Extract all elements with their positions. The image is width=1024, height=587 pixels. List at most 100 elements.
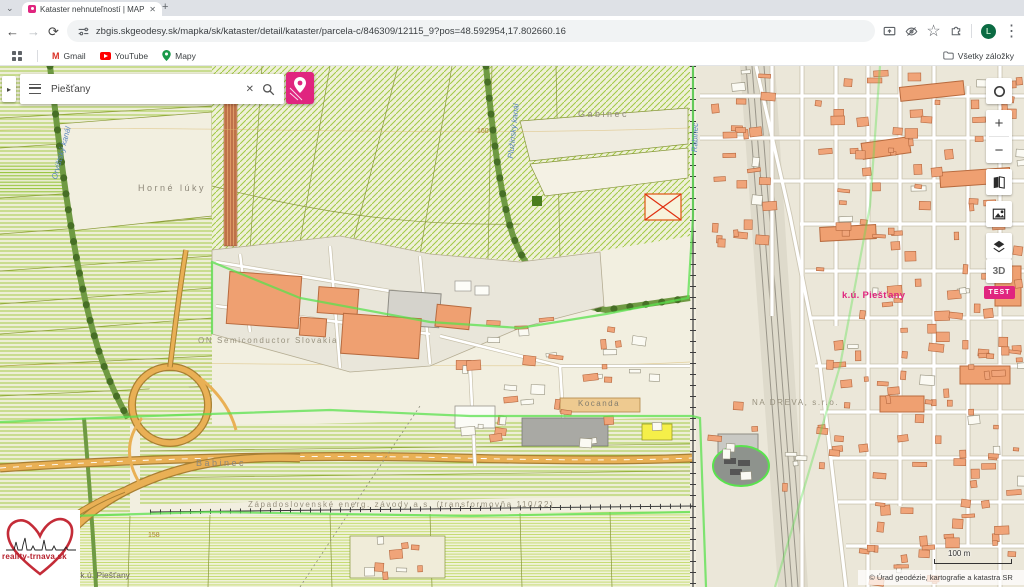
building bbox=[882, 302, 893, 307]
building bbox=[652, 422, 662, 430]
building bbox=[974, 304, 980, 313]
all-bookmarks-button[interactable]: Všetky záložky bbox=[943, 51, 1014, 61]
scale-bar: 100 m bbox=[934, 549, 1012, 564]
back-button[interactable]: ← bbox=[6, 25, 19, 38]
basemap-button[interactable] bbox=[986, 201, 1012, 227]
site-favicon bbox=[28, 5, 36, 13]
mapka-logo-button[interactable] bbox=[286, 72, 314, 104]
building bbox=[909, 139, 914, 146]
building bbox=[1017, 476, 1024, 486]
building bbox=[947, 290, 961, 300]
map-graphic bbox=[0, 66, 1024, 587]
layers-button[interactable] bbox=[986, 233, 1012, 259]
address-bar[interactable]: zbgis.skgeodesy.sk/mapka/sk/kataster/det… bbox=[67, 20, 875, 42]
extensions-icon[interactable] bbox=[949, 25, 962, 38]
building bbox=[752, 157, 760, 167]
building bbox=[963, 265, 968, 274]
building bbox=[819, 148, 833, 154]
building bbox=[962, 514, 975, 518]
building bbox=[836, 223, 851, 231]
tab-close-icon[interactable]: ✕ bbox=[149, 5, 156, 14]
building bbox=[751, 195, 762, 206]
apps-grid-icon[interactable] bbox=[10, 49, 23, 62]
building bbox=[744, 220, 752, 230]
building bbox=[632, 336, 647, 347]
zoom-out-button[interactable]: − bbox=[986, 137, 1012, 163]
building bbox=[603, 350, 616, 355]
building bbox=[531, 385, 545, 395]
building bbox=[880, 505, 890, 516]
map-canvas[interactable] bbox=[0, 66, 1024, 587]
bookmark-mapy[interactable]: Mapy bbox=[162, 50, 196, 61]
building bbox=[872, 183, 880, 191]
building bbox=[993, 540, 998, 545]
bookmark-gmail[interactable]: M Gmail bbox=[52, 51, 86, 61]
scale-label: 100 m bbox=[948, 549, 1012, 558]
building bbox=[893, 127, 903, 135]
compare-maps-button[interactable] bbox=[986, 169, 1012, 195]
reload-button[interactable]: ⟳ bbox=[48, 25, 59, 38]
building bbox=[915, 184, 922, 189]
site-info-icon[interactable] bbox=[77, 25, 90, 38]
building bbox=[982, 463, 996, 469]
building bbox=[1002, 347, 1009, 355]
building bbox=[604, 377, 612, 383]
panel-expander[interactable]: ▸ bbox=[2, 76, 16, 102]
building bbox=[960, 450, 966, 458]
building bbox=[615, 341, 621, 348]
building bbox=[994, 526, 1009, 535]
building bbox=[873, 234, 886, 238]
search-icon[interactable] bbox=[262, 83, 275, 96]
zoom-controls: + − bbox=[986, 110, 1012, 163]
building bbox=[915, 414, 924, 422]
profile-avatar[interactable]: L bbox=[981, 24, 996, 39]
bookmark-label: Gmail bbox=[64, 51, 86, 61]
building bbox=[855, 351, 861, 361]
zoom-in-button[interactable]: + bbox=[986, 110, 1012, 136]
building bbox=[973, 117, 986, 123]
building bbox=[714, 176, 726, 181]
share-screen-icon[interactable] bbox=[883, 25, 896, 38]
test-badge: TEST bbox=[984, 286, 1015, 299]
search-bar[interactable]: ✕ bbox=[20, 74, 284, 104]
building bbox=[712, 223, 718, 232]
building bbox=[952, 519, 963, 529]
building bbox=[877, 381, 888, 386]
menu-hamburger-icon[interactable] bbox=[29, 84, 41, 94]
threed-button[interactable]: 3D bbox=[986, 259, 1012, 283]
clear-search-icon[interactable]: ✕ bbox=[246, 84, 254, 95]
building bbox=[815, 100, 822, 106]
bookmarks-divider bbox=[37, 50, 38, 62]
building bbox=[601, 339, 607, 349]
building bbox=[795, 456, 807, 461]
scale-line bbox=[934, 559, 1012, 564]
building bbox=[1017, 160, 1024, 166]
menu-kebab-icon[interactable]: ⋮ bbox=[1005, 25, 1018, 38]
bookmark-youtube[interactable]: YouTube bbox=[100, 51, 148, 61]
building bbox=[873, 473, 886, 480]
bookmark-label: YouTube bbox=[115, 51, 148, 61]
new-tab-button[interactable]: + bbox=[162, 1, 168, 13]
building bbox=[759, 177, 770, 184]
building bbox=[504, 396, 518, 403]
browser-tab[interactable]: Kataster nehnuteľností | MAPK... ✕ bbox=[22, 2, 162, 16]
building bbox=[489, 433, 502, 442]
tab-search-chevron[interactable]: ⌄ bbox=[6, 3, 14, 14]
building bbox=[993, 425, 998, 429]
building bbox=[856, 151, 866, 159]
search-input[interactable] bbox=[49, 83, 238, 96]
building bbox=[785, 453, 797, 457]
bookmark-star-icon[interactable]: ☆ bbox=[927, 25, 940, 38]
building bbox=[749, 127, 762, 137]
eye-off-icon[interactable] bbox=[905, 25, 918, 38]
building bbox=[971, 100, 979, 109]
forward-button[interactable]: → bbox=[27, 25, 40, 38]
building bbox=[988, 454, 998, 459]
building bbox=[969, 409, 974, 415]
building bbox=[874, 70, 889, 77]
building bbox=[389, 549, 402, 559]
building bbox=[891, 241, 900, 250]
building bbox=[793, 461, 798, 466]
locate-button[interactable] bbox=[986, 78, 1012, 104]
basemap-photo-icon bbox=[992, 207, 1006, 221]
